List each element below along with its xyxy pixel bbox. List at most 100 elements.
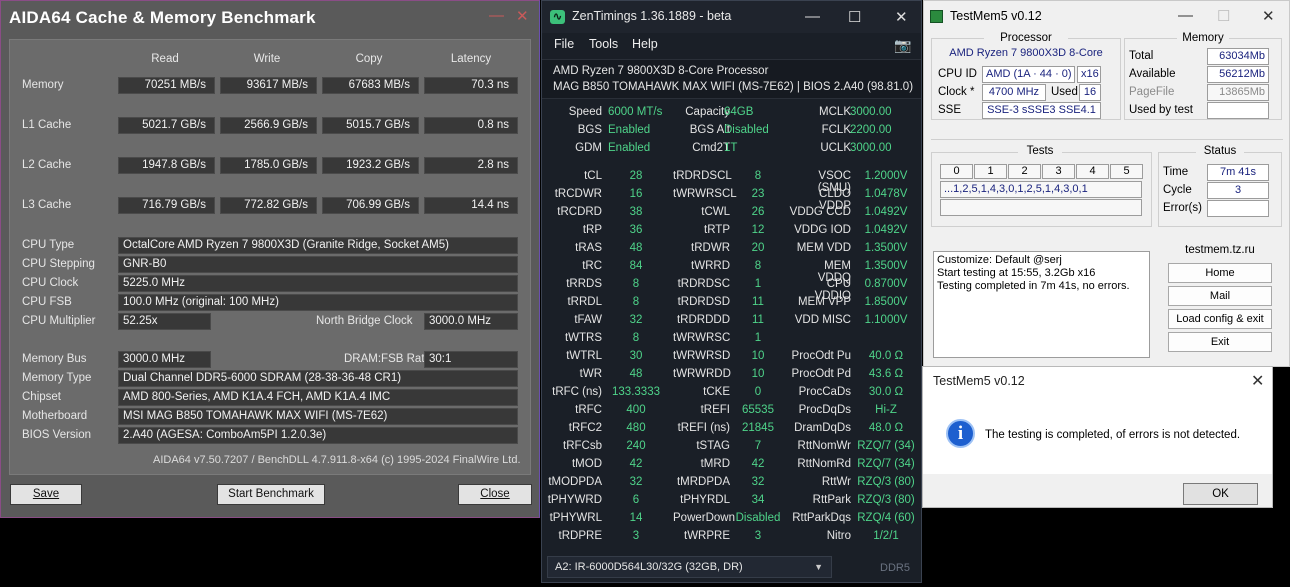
timing-label: tRRDS [566, 278, 602, 290]
ok-button[interactable]: OK [1183, 483, 1258, 505]
home-button[interactable]: Home [1168, 263, 1272, 283]
timing-value: 133.3333 [612, 386, 660, 398]
timing-label: tWRWRSD [673, 350, 731, 362]
close-icon[interactable]: ✕ [516, 7, 529, 25]
chipset-label: Chipset [22, 391, 61, 403]
desktop: AIDA64 Cache & Memory Benchmark — ✕ Read… [0, 0, 1290, 587]
timing-label: tRRDL [567, 296, 602, 308]
timing-value: 12 [751, 224, 765, 236]
cpu-name: AMD Ryzen 7 9800X3D 8-Core Processor [553, 65, 769, 77]
pagefile-value: 13865Mb [1207, 84, 1269, 101]
close-icon[interactable]: ✕ [1251, 371, 1264, 391]
timing-value: 32 [751, 476, 765, 488]
l3-write: 772.82 GB/s [220, 197, 317, 214]
timing-value: 3 [632, 530, 640, 542]
timing-label: tRDRDDD [676, 314, 730, 326]
cpu-id-value: AMD (1A · 44 · 0) [982, 66, 1075, 83]
timing-label: ProcDqDs [798, 404, 851, 416]
timing-label: tWRPRE [684, 530, 730, 542]
top_mid-value: 1T [724, 142, 738, 154]
l3-read: 716.79 GB/s [118, 197, 215, 214]
camera-icon[interactable]: 📷 [894, 37, 911, 54]
exit-button[interactable]: Exit [1168, 332, 1272, 352]
cycle-value: 3 [1207, 182, 1269, 199]
total-label: Total [1129, 50, 1154, 62]
board-info: MAG B850 TOMAHAWK MAX WIFI (MS-7E62) | B… [553, 81, 914, 93]
timing-label: tRCDRD [557, 206, 602, 218]
timing-label: Nitro [826, 530, 851, 542]
cpu-type-label: CPU Type [22, 239, 75, 251]
test-col-0: 0 [940, 164, 973, 179]
dimm-select[interactable]: A2: IR-6000D564L30/32G (32GB, DR) ▼ [547, 556, 832, 578]
minimize-icon[interactable]: — [805, 8, 820, 25]
menu-file[interactable]: File [554, 37, 574, 51]
l1-read: 5021.7 GB/s [118, 117, 215, 134]
timing-label: tWRRD [691, 260, 730, 272]
timing-value: 32 [629, 314, 643, 326]
time-label: Time [1163, 166, 1189, 178]
timing-label: tRDWR [691, 242, 730, 254]
timing-label: tPHYWRD [547, 494, 602, 506]
l2-latency: 2.8 ns [424, 157, 518, 174]
timing-value: 11 [752, 314, 764, 326]
timing-label: tWTRL [566, 350, 602, 362]
start-benchmark-button[interactable]: Start Benchmark [217, 484, 325, 505]
close-button[interactable]: Close [458, 484, 532, 505]
cpu-clock-label: CPU Clock [22, 277, 79, 289]
timing-label: tMOD [571, 458, 602, 470]
timing-value: 28 [629, 170, 643, 182]
dram-fsb-label: DRAM:FSB Ratio [344, 353, 434, 365]
sse-value: SSE-3 sSSE3 SSE4.1 [982, 102, 1101, 119]
timing-label: tMRDPDA [676, 476, 730, 488]
load-config-exit-button[interactable]: Load config & exit [1168, 309, 1272, 329]
timing-value: 1/2/1 [873, 530, 899, 542]
timing-value: 20 [751, 242, 765, 254]
timing-label: tRDPRE [558, 530, 602, 542]
timing-label: tRC [582, 260, 602, 272]
close-icon[interactable]: ✕ [895, 8, 908, 26]
test-col-5: 5 [1110, 164, 1143, 179]
timing-label: tRFCsb [563, 440, 602, 452]
save-button[interactable]: Save [10, 484, 82, 505]
bios-value: 2.A40 (AGESA: ComboAm5PI 1.2.0.3e) [118, 427, 518, 444]
zentimings-window: ∿ ZenTimings 1.36.1889 - beta — ☐ ✕ File… [541, 0, 922, 583]
minimize-button[interactable]: — [489, 7, 504, 24]
top_mid-label: BGS Alt [689, 124, 730, 136]
site-title: testmem.tz.ru [1185, 244, 1255, 256]
menu-help[interactable]: Help [632, 37, 658, 51]
mail-button[interactable]: Mail [1168, 286, 1272, 306]
timing-value: 42 [751, 458, 765, 470]
timing-value: 8 [754, 170, 762, 182]
timing-label: ProcOdt Pu [791, 350, 851, 362]
timing-label: tWRWRDD [673, 368, 731, 380]
cpu-fsb-value: 100.0 MHz (original: 100 MHz) [118, 294, 518, 311]
processor-title: Processor [984, 32, 1068, 44]
timing-value: 3 [754, 530, 762, 542]
top_mid-value: 64GB [724, 106, 754, 118]
timing-label: tRFC2 [568, 422, 602, 434]
top_right-label: FCLK [821, 124, 851, 136]
timing-value: 1 [754, 278, 762, 290]
timing-value: 1 [754, 332, 762, 344]
errors-label: Error(s) [1163, 202, 1202, 214]
timing-value: 48 [629, 368, 643, 380]
memory-copy: 67683 MB/s [322, 77, 419, 94]
chevron-down-icon: ▼ [814, 562, 823, 572]
log-box[interactable]: Customize: Default @serj Start testing a… [933, 251, 1150, 358]
timing-value: 21845 [742, 422, 774, 434]
timing-label: RttPark [812, 494, 851, 506]
timing-value: 40.0 Ω [868, 350, 904, 362]
column-header-read: Read [151, 53, 179, 65]
timing-value: 42 [629, 458, 643, 470]
bios-label: BIOS Version [22, 429, 92, 441]
available-label: Available [1129, 68, 1176, 80]
test-col-2: 2 [1008, 164, 1041, 179]
l3-latency: 14.4 ns [424, 197, 518, 214]
timing-label: RttNomWr [797, 440, 851, 452]
menu-tools[interactable]: Tools [589, 37, 618, 51]
maximize-icon[interactable]: ☐ [848, 8, 861, 26]
close-icon[interactable]: ✕ [1262, 7, 1275, 25]
row-label-l1: L1 Cache [22, 119, 72, 131]
minimize-icon[interactable]: — [1178, 7, 1193, 24]
timing-label: tRFC (ns) [552, 386, 602, 398]
